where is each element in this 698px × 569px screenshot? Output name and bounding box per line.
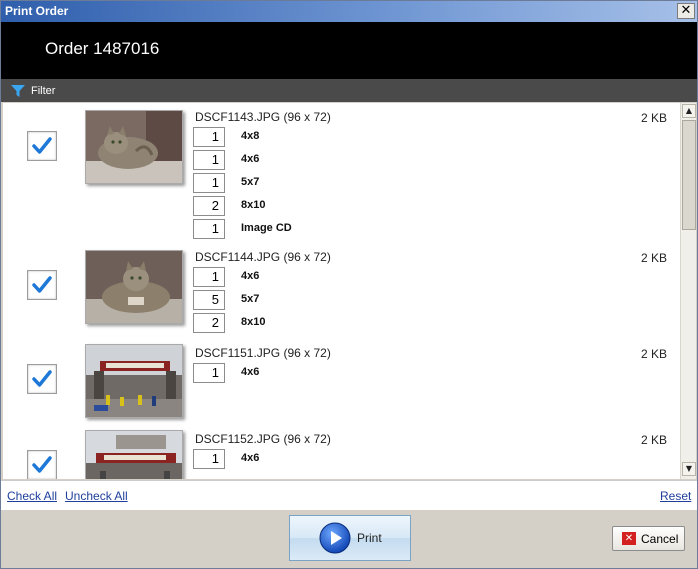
filter-bar[interactable]: Filter (1, 79, 697, 102)
item-checkbox[interactable] (27, 450, 57, 479)
scroll-up-arrow-icon[interactable]: ▲ (682, 104, 696, 118)
window-title: Print Order (5, 4, 69, 18)
photo-thumbnail (85, 430, 183, 479)
print-size-label: 4x8 (241, 130, 260, 142)
quantity-input[interactable]: 1 (193, 449, 225, 469)
list-item: DSCF1151.JPG (96 x 72) 2 KB 1 4x6 (3, 337, 680, 423)
cancel-button[interactable]: ✕ Cancel (612, 526, 685, 551)
list-item: DSCF1144.JPG (96 x 72) 2 KB 1 4x6 5 5x7 … (3, 243, 680, 337)
title-bar: Print Order ✕ (1, 1, 697, 22)
print-size-label: 5x7 (241, 293, 260, 305)
scroll-down-arrow-icon[interactable]: ▼ (682, 462, 696, 476)
item-filename: DSCF1143.JPG (96 x 72) (195, 110, 331, 124)
print-size-label: 4x6 (241, 270, 260, 282)
item-filename: DSCF1144.JPG (96 x 72) (195, 250, 331, 264)
quantity-input[interactable]: 2 (193, 313, 225, 333)
photo-thumbnail (85, 344, 183, 418)
print-button-label: Print (357, 531, 382, 545)
print-order-dialog: Print Order ✕ Order 1487016 Filter DSCF1… (0, 0, 698, 569)
quantity-input[interactable]: 1 (193, 150, 225, 170)
cancel-x-icon: ✕ (622, 532, 636, 545)
checkmark-icon (32, 456, 52, 473)
order-title: Order 1487016 (45, 39, 160, 58)
item-checkbox[interactable] (27, 131, 57, 161)
quantity-input[interactable]: 1 (193, 267, 225, 287)
list-item: DSCF1152.JPG (96 x 72) 2 KB 1 4x6 (3, 423, 680, 479)
item-filesize: 2 KB (640, 347, 667, 361)
item-filesize: 2 KB (640, 433, 667, 447)
checkmark-icon (32, 276, 52, 293)
print-size-label: 4x6 (241, 366, 260, 378)
vertical-scrollbar[interactable]: ▲ ▼ (680, 103, 696, 479)
reset-link[interactable]: Reset (660, 489, 691, 503)
selection-links-bar: Check All Uncheck All Reset (1, 480, 697, 510)
item-checkbox[interactable] (27, 364, 57, 394)
checkmark-icon (32, 370, 52, 387)
stadium-photo-image (86, 431, 182, 479)
print-button[interactable]: Print (289, 515, 411, 561)
print-size-label: 8x10 (241, 199, 266, 211)
funnel-icon (11, 84, 25, 97)
scroll-thumb[interactable] (682, 120, 696, 230)
item-filesize: 2 KB (640, 251, 667, 265)
filter-label: Filter (31, 84, 56, 97)
cat-photo-image (86, 111, 182, 183)
item-filename: DSCF1151.JPG (96 x 72) (195, 346, 331, 360)
print-size-label: 5x7 (241, 176, 260, 188)
quantity-input[interactable]: 1 (193, 219, 225, 239)
item-filename: DSCF1152.JPG (96 x 72) (195, 432, 331, 446)
dialog-footer: Print ✕ Cancel (1, 510, 697, 568)
photo-thumbnail (85, 110, 183, 184)
item-filesize: 2 KB (640, 111, 667, 125)
quantity-input[interactable]: 1 (193, 363, 225, 383)
item-checkbox[interactable] (27, 270, 57, 300)
quantity-input[interactable]: 2 (193, 196, 225, 216)
list-item: DSCF1143.JPG (96 x 72) 2 KB 1 4x8 1 4x6 … (3, 103, 680, 243)
stadium-photo-image (86, 345, 182, 417)
play-icon (319, 522, 351, 554)
checkmark-icon (32, 137, 52, 154)
quantity-input[interactable]: 5 (193, 290, 225, 310)
photo-thumbnail (85, 250, 183, 324)
cancel-button-label: Cancel (641, 531, 679, 546)
quantity-input[interactable]: 1 (193, 127, 225, 147)
order-header: Order 1487016 (1, 22, 697, 79)
quantity-input[interactable]: 1 (193, 173, 225, 193)
cat-photo-image (86, 251, 182, 323)
print-size-label: 4x6 (241, 153, 260, 165)
close-button[interactable]: ✕ (677, 3, 695, 19)
print-size-label: 4x6 (241, 452, 260, 464)
print-size-label: 8x10 (241, 316, 266, 328)
check-all-link[interactable]: Check All (7, 489, 57, 503)
print-size-label: Image CD (241, 222, 292, 234)
uncheck-all-link[interactable]: Uncheck All (65, 489, 128, 503)
photo-list[interactable]: DSCF1143.JPG (96 x 72) 2 KB 1 4x8 1 4x6 … (3, 103, 680, 479)
